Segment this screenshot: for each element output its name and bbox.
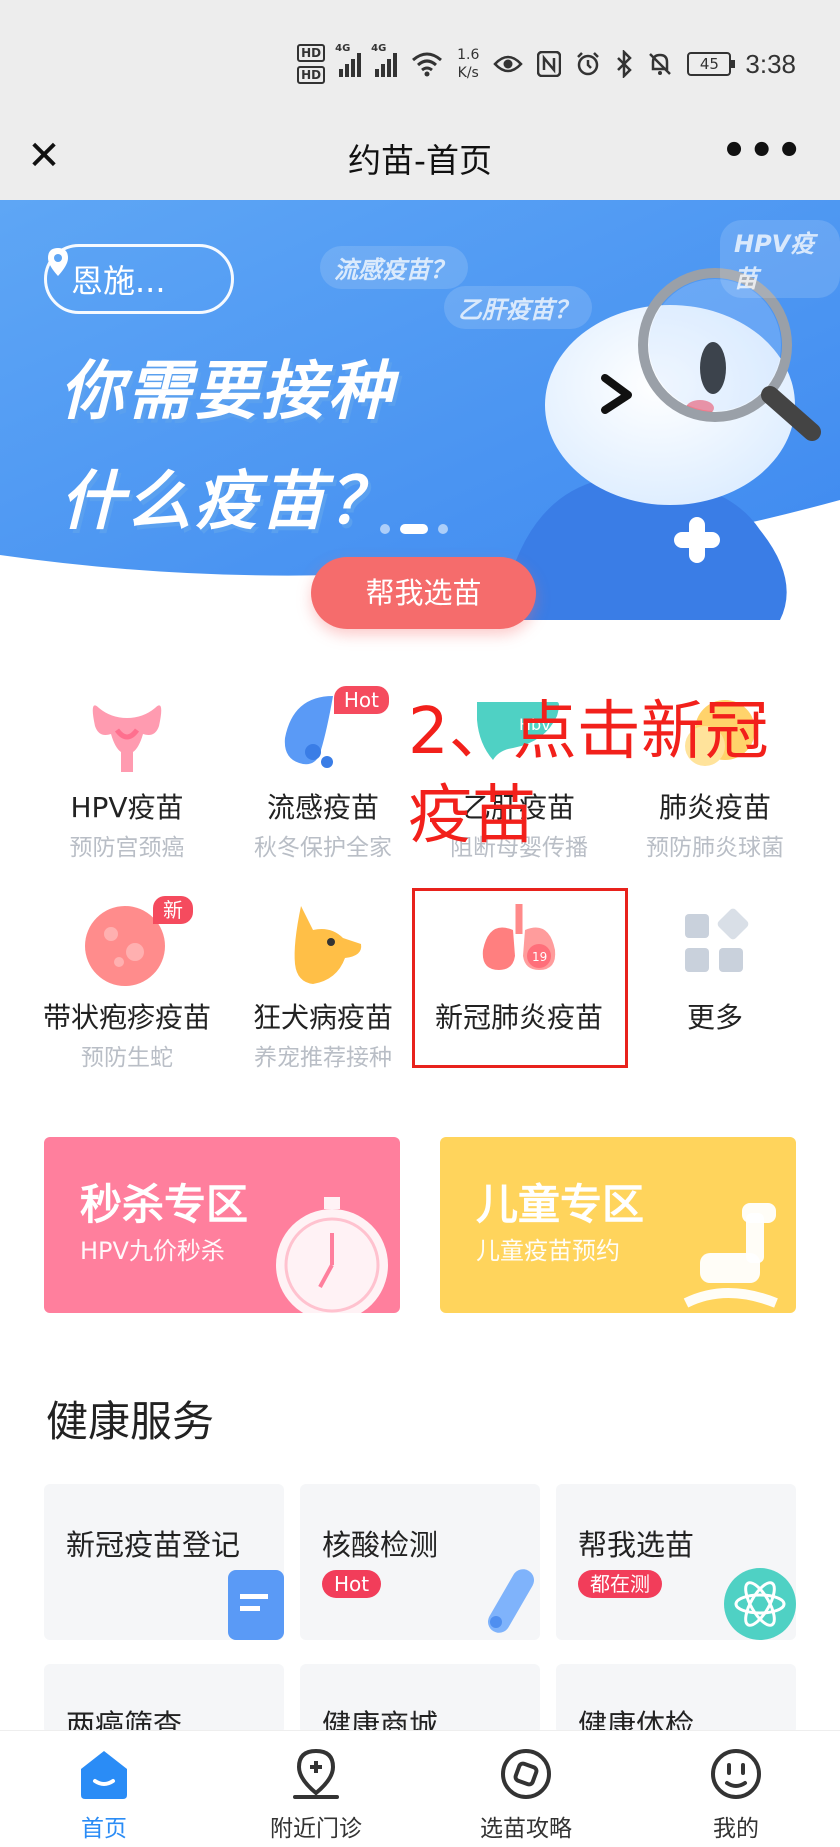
banner-tag-flu: 流感疫苗？: [320, 246, 468, 289]
clipboard-icon: [228, 1570, 284, 1640]
service-label: 核酸检测: [322, 1528, 439, 1562]
category-name: 狂犬病疫苗: [252, 1001, 393, 1034]
mute-icon: [649, 53, 672, 75]
wifi-icon: [412, 52, 443, 77]
promo-title: 儿童专区: [476, 1180, 645, 1229]
health-checkup-card[interactable]: 健康体检: [556, 1664, 796, 1734]
nucleic-acid-test-card[interactable]: 核酸检测 Hot: [300, 1484, 540, 1640]
category-hpv[interactable]: HPV疫苗 预防宫颈癌: [22, 690, 232, 862]
health-services-title: 健康服务: [46, 1397, 215, 1446]
annotation-highlight-box: [412, 888, 628, 1068]
category-rabies[interactable]: 狂犬病疫苗 养宠推荐接种: [218, 900, 428, 1072]
location-plus-icon: [293, 1748, 339, 1799]
covid-vaccine-registration-card[interactable]: 新冠疫苗登记: [44, 1484, 284, 1640]
new-badge: 新: [153, 896, 193, 924]
hot-badge: Hot: [333, 686, 389, 714]
category-shingles[interactable]: 新 带状疱疹疫苗 预防生蛇: [22, 896, 232, 1072]
children-zone-card[interactable]: 儿童专区 儿童疫苗预约: [440, 1137, 796, 1313]
flash-sale-card[interactable]: 秒杀专区 HPV九价秒杀: [44, 1137, 400, 1313]
category-sub: 预防宫颈癌: [69, 835, 185, 861]
atom-icon: [724, 1568, 796, 1640]
two-cancer-screening-card[interactable]: 两癌筛查: [44, 1664, 284, 1734]
hd-indicator: HD HD: [297, 44, 326, 84]
banner-headline-2: 什么疫苗？: [60, 465, 395, 539]
rocking-horse-icon: [683, 1203, 778, 1308]
tab-home[interactable]: 首页: [24, 1731, 184, 1843]
category-name: 更多: [686, 1001, 743, 1034]
signal-icon-2: 4G: [371, 43, 398, 77]
test-tube-icon: [488, 1569, 534, 1633]
category-name: HPV疫苗: [70, 791, 184, 824]
tab-label: 选苗攻略: [480, 1816, 572, 1842]
status-bar: HD HD 4G 4G 1.6 K/s 45 3:38: [0, 0, 840, 120]
banner-tag-hepb: 乙肝疫苗？: [444, 286, 592, 329]
location-pin-icon: [48, 248, 68, 276]
eye-icon: [493, 55, 524, 73]
testing-badge: 都在测: [578, 1570, 662, 1598]
banner-tag-hpv: HPV疫苗: [720, 220, 840, 298]
tab-nearby-clinics[interactable]: 附近门诊: [236, 1731, 396, 1843]
nav-bar: ✕ 约苗-首页 •••: [0, 120, 840, 200]
compass-icon: [501, 1749, 551, 1799]
help-me-choose-button[interactable]: 帮我选苗: [311, 557, 536, 629]
stopwatch-icon: [276, 1197, 388, 1313]
banner-headline-1: 你需要接种: [60, 355, 395, 429]
category-more[interactable]: 更多: [610, 900, 820, 1036]
bottom-tab-bar: 首页 附近门诊 选苗攻略 我的: [0, 1730, 840, 1847]
nfc-icon: [537, 51, 562, 77]
tab-label: 我的: [713, 1816, 759, 1842]
alarm-icon: [577, 52, 600, 76]
more-icon: [685, 908, 749, 972]
service-label: 帮我选苗: [578, 1528, 695, 1562]
category-sub: 秋冬保护全家: [254, 835, 392, 861]
bluetooth-icon: [617, 50, 633, 78]
page-title: 约苗-首页: [348, 141, 492, 180]
network-speed: 1.6 K/s: [457, 47, 480, 81]
category-sub: 养宠推荐接种: [254, 1045, 392, 1071]
battery-icon: 45: [687, 52, 736, 76]
location-label: 恩施...: [71, 262, 166, 300]
hot-badge: Hot: [322, 1570, 382, 1598]
tab-label: 附近门诊: [270, 1816, 362, 1842]
category-flu[interactable]: Hot 流感疫苗 秋冬保护全家: [218, 686, 428, 862]
clock: 3:38: [745, 48, 796, 79]
profile-face-icon: [711, 1749, 761, 1799]
location-selector[interactable]: 恩施...: [44, 244, 234, 314]
category-sub: 预防生蛇: [81, 1045, 173, 1071]
signal-icon: 4G: [335, 43, 362, 77]
tab-label: 首页: [81, 1816, 127, 1842]
vaccine-selector-card[interactable]: 帮我选苗 都在测: [556, 1484, 796, 1640]
home-icon: [81, 1751, 127, 1799]
more-menu-icon[interactable]: •••: [721, 128, 804, 174]
carousel-dots: [380, 524, 448, 534]
uterus-icon: [92, 705, 162, 772]
promo-title: 秒杀专区: [80, 1180, 249, 1229]
tab-vaccine-guide[interactable]: 选苗攻略: [446, 1731, 606, 1843]
health-mall-card[interactable]: 健康商城: [300, 1664, 540, 1734]
promo-subtitle: HPV九价秒杀: [80, 1237, 225, 1265]
status-icons: HD HD 4G 4G 1.6 K/s 45 3:38: [297, 40, 796, 88]
annotation-text: 2、点击新冠 疫苗: [408, 695, 769, 853]
dog-icon: [294, 906, 362, 984]
service-label: 新冠疫苗登记: [66, 1528, 241, 1562]
tab-me[interactable]: 我的: [656, 1731, 816, 1843]
category-name: 流感疫苗: [266, 791, 379, 824]
promo-subtitle: 儿童疫苗预约: [476, 1237, 620, 1265]
category-name: 带状疱疹疫苗: [42, 1001, 211, 1034]
